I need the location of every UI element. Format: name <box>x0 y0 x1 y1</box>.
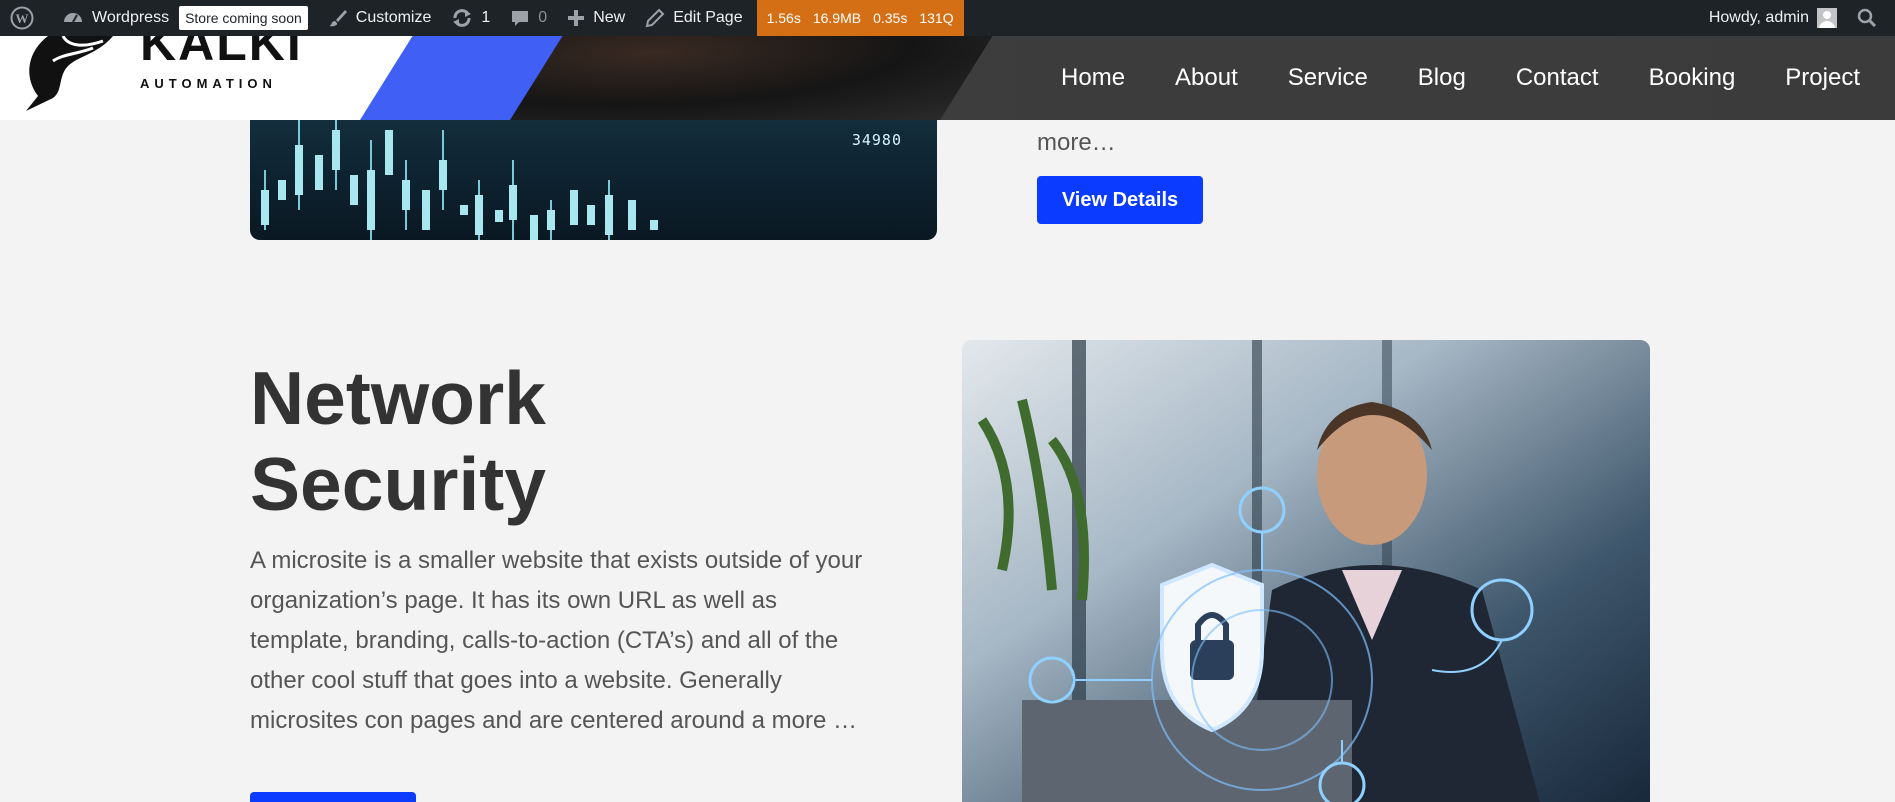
qm-memory: 16.9MB <box>812 10 862 26</box>
comment-icon <box>512 11 529 26</box>
svg-text:W: W <box>16 11 29 26</box>
logo-mark-icon <box>26 36 113 111</box>
nav-home[interactable]: Home <box>1036 64 1150 92</box>
section-description: A microsite is a smaller website that ex… <box>250 547 863 734</box>
admin-search[interactable] <box>1847 0 1895 36</box>
comments-link[interactable]: 0 <box>500 0 557 36</box>
security-illustration <box>962 340 1650 802</box>
edit-page-link[interactable]: Edit Page <box>635 0 752 36</box>
updates-count: 1 <box>481 9 491 26</box>
plus-icon <box>568 10 585 26</box>
qm-queries: 131Q <box>919 10 954 26</box>
customize-link[interactable]: Customize <box>318 0 442 36</box>
wordpress-icon: W <box>10 6 34 30</box>
qm-time: 1.56s <box>766 10 801 26</box>
nav-project[interactable]: Project <box>1760 64 1885 92</box>
search-icon <box>1857 8 1877 28</box>
edit-page-label: Edit Page <box>673 9 743 26</box>
view-details-button-partial[interactable] <box>250 792 416 802</box>
logo-tagline: AUTOMATION <box>140 76 277 91</box>
chart-number: 34980 <box>851 131 902 149</box>
my-account-menu[interactable]: Howdy, admin <box>1699 0 1847 36</box>
nav-about[interactable]: About <box>1150 64 1263 92</box>
nav-service[interactable]: Service <box>1263 64 1393 92</box>
avatar <box>1817 8 1837 28</box>
query-monitor[interactable]: 1.56s 16.9MB 0.35s 131Q <box>756 0 964 36</box>
updates-icon <box>453 9 472 27</box>
network-security-image <box>962 340 1650 802</box>
new-content-link[interactable]: New <box>557 0 635 36</box>
customize-label: Customize <box>355 9 432 26</box>
new-label: New <box>593 9 626 26</box>
site-header: KALKI AUTOMATION Home About Service Blog… <box>0 36 1895 120</box>
wp-logo-menu[interactable]: W <box>0 0 52 36</box>
updates-link[interactable]: 1 <box>441 0 500 36</box>
site-name: Wordpress <box>92 9 170 26</box>
logo-name: KALKI <box>140 36 303 71</box>
howdy-text: Howdy, admin <box>1708 9 1809 26</box>
section-title: Network Security <box>250 356 546 526</box>
nav-contact[interactable]: Contact <box>1491 64 1624 92</box>
pencil-icon <box>645 8 665 28</box>
qm-db-time: 0.35s <box>873 10 908 26</box>
view-details-button[interactable]: View Details <box>1037 176 1203 224</box>
site-name-menu[interactable]: Wordpress Store coming soon <box>52 0 318 36</box>
comments-count: 0 <box>538 9 548 26</box>
paintbrush-icon <box>328 10 347 27</box>
store-coming-soon-badge[interactable]: Store coming soon <box>179 6 308 30</box>
wp-admin-bar: W Wordpress Store coming soon Customize … <box>0 0 1895 36</box>
dashboard-icon <box>64 13 82 23</box>
nav-booking[interactable]: Booking <box>1624 64 1761 92</box>
excerpt-more-text: more… <box>1037 129 1116 156</box>
main-nav: Home About Service Blog Contact Booking … <box>1036 36 1885 120</box>
nav-blog[interactable]: Blog <box>1393 64 1491 92</box>
